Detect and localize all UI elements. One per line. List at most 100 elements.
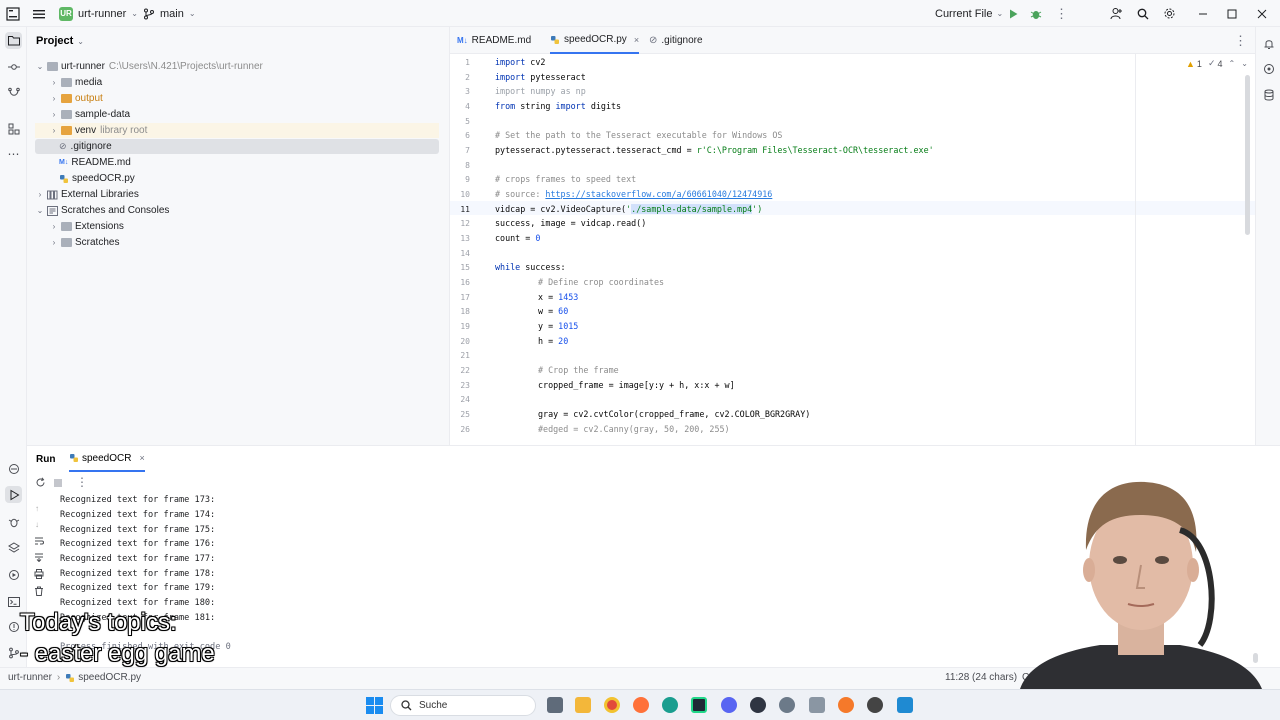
project-switcher[interactable]: UR urt-runner ⌄ [59, 0, 138, 27]
close-tab-icon[interactable]: × [139, 453, 144, 463]
source-link[interactable]: https://stackoverflow.com/a/60661040/124… [545, 189, 772, 199]
tree-item-gitignore[interactable]: ⊘ .gitignore [35, 139, 439, 154]
add-user-icon[interactable] [1110, 0, 1123, 27]
more-tools-icon[interactable]: ⋯ [5, 145, 22, 162]
breadcrumb-file[interactable]: speedOCR.py [78, 672, 141, 683]
tab-label: speedOCR.py [564, 34, 627, 45]
chevron-right-icon: › [52, 94, 56, 103]
inspection-widget[interactable]: ▲ 1 ✓ 4 ⌃ ⌄ [1186, 58, 1248, 69]
run-icon[interactable] [1007, 0, 1019, 27]
code-line: from string import digits [495, 101, 622, 111]
app-icon-teal[interactable] [662, 697, 678, 713]
obs-icon[interactable] [779, 697, 795, 713]
chevron-down-icon[interactable]: ⌄ [1241, 59, 1248, 68]
print-icon[interactable] [34, 569, 44, 579]
close-tab-icon[interactable]: × [634, 35, 639, 45]
branch-switcher[interactable]: main ⌄ [143, 0, 196, 27]
tab-speedocr[interactable]: speedOCR.py × [550, 27, 640, 54]
pycharm-icon[interactable] [691, 697, 707, 713]
settings-app-icon[interactable] [809, 697, 825, 713]
close-window-icon[interactable] [1257, 0, 1267, 27]
more-options-icon[interactable]: ⋮ [76, 475, 88, 489]
chevron-right-icon: › [52, 78, 56, 87]
task-view-icon[interactable] [547, 697, 563, 713]
project-panel-header[interactable]: Project ⌄ [36, 35, 84, 47]
file-explorer-icon[interactable] [575, 697, 591, 713]
tree-item-output[interactable]: › output [35, 91, 439, 106]
more-options-icon[interactable]: ⋮ [1055, 0, 1068, 27]
tree-root-path: C:\Users\N.421\Projects\urt-runner [108, 61, 263, 72]
layers-tool-icon[interactable] [5, 539, 22, 556]
firefox-icon[interactable] [633, 697, 649, 713]
arrow-up-icon[interactable]: ↑ [35, 504, 39, 513]
tree-item-media[interactable]: › media [35, 75, 439, 90]
run-config-selector[interactable]: Current File ⌄ [935, 0, 1003, 27]
tab-readme[interactable]: M↓ README.md [457, 27, 531, 54]
project-tool-icon[interactable] [5, 32, 22, 49]
debug-icon[interactable] [1030, 0, 1042, 27]
notifications-icon[interactable] [1260, 35, 1277, 52]
search-icon[interactable] [1137, 0, 1149, 27]
database-icon[interactable] [1260, 86, 1277, 103]
tab-options-icon[interactable]: ⋮ [1234, 27, 1247, 54]
console-output-line: Recognized text for frame 173: [60, 495, 216, 505]
folder-icon [61, 78, 72, 87]
tree-item-speedocr[interactable]: speedOCR.py [35, 171, 439, 186]
app-icon-dark[interactable] [750, 697, 766, 713]
line-number: 25 [460, 410, 470, 419]
python-packages-icon[interactable] [5, 460, 22, 477]
terminal-tool-icon[interactable] [5, 593, 22, 610]
hamburger-menu-icon[interactable] [33, 0, 45, 27]
vscode-icon[interactable] [897, 697, 913, 713]
tree-root-urt-runner[interactable]: ⌄ urt-runner C:\Users\N.421\Projects\urt… [35, 59, 439, 74]
line-number: 7 [465, 146, 470, 155]
soft-wrap-icon[interactable] [34, 536, 44, 546]
code-line: import pytesseract [495, 72, 586, 82]
app-icon-skull[interactable] [867, 697, 883, 713]
tree-item-sample-data[interactable]: › sample-data [35, 107, 439, 122]
blender-icon[interactable] [838, 697, 854, 713]
chrome-icon[interactable] [604, 697, 620, 713]
chevron-up-icon[interactable]: ⌃ [1229, 59, 1236, 68]
chevron-right-icon: › [52, 238, 56, 247]
tree-external-libraries[interactable]: › External Libraries [35, 187, 439, 202]
scratches-icon [47, 205, 58, 216]
tab-run-config[interactable]: speedOCR × [69, 446, 145, 472]
tree-item-extensions[interactable]: › Extensions [35, 219, 439, 234]
minimize-window-icon[interactable] [1198, 0, 1208, 27]
maximize-window-icon[interactable] [1227, 0, 1237, 27]
tab-run[interactable]: Run [36, 454, 55, 465]
console-output-line: Recognized text for frame 178: [60, 569, 216, 579]
windows-start-icon[interactable] [366, 697, 383, 714]
tree-item-venv[interactable]: › venv library root [35, 123, 439, 138]
editor-scrollbar[interactable] [1245, 75, 1250, 235]
tab-gitignore[interactable]: ⊘ .gitignore [649, 27, 703, 54]
tree-scratches-consoles[interactable]: ⌄ Scratches and Consoles [35, 203, 439, 218]
breadcrumb-project[interactable]: urt-runner [8, 672, 52, 683]
taskbar-search[interactable]: Suche [390, 695, 536, 716]
project-name: urt-runner [78, 7, 127, 20]
services-tool-icon[interactable] [5, 566, 22, 583]
debug-tool-icon[interactable] [5, 513, 22, 530]
trash-icon[interactable] [34, 586, 44, 596]
commit-tool-icon[interactable] [5, 58, 22, 75]
code-comment: # crops frames to speed text [495, 174, 637, 184]
run-tool-icon[interactable] [5, 486, 22, 503]
tree-item-readme[interactable]: M↓ README.md [35, 155, 439, 170]
code-comment: #edged = cv2.Canny(gray, 50, 200, 255) [538, 424, 730, 434]
line-number: 19 [460, 322, 470, 331]
main-menu-icon[interactable] [6, 0, 20, 27]
discord-icon[interactable] [721, 697, 737, 713]
code-comment: # Set the path to the Tesseract executab… [495, 130, 783, 140]
code-line: cropped_frame = image[y:y + h, x:x + w] [538, 380, 735, 390]
arrow-down-icon[interactable]: ↓ [35, 520, 39, 529]
pull-requests-icon[interactable] [5, 84, 22, 101]
structure-tool-icon[interactable] [5, 120, 22, 137]
tree-item-scratches[interactable]: › Scratches [35, 235, 439, 250]
ai-assistant-icon[interactable] [1260, 60, 1277, 77]
settings-gear-icon[interactable] [1163, 0, 1176, 27]
line-number: 23 [460, 381, 470, 390]
scroll-to-end-icon[interactable] [34, 552, 44, 562]
stop-icon[interactable] [54, 479, 62, 487]
code-line: h = 20 [538, 336, 569, 346]
